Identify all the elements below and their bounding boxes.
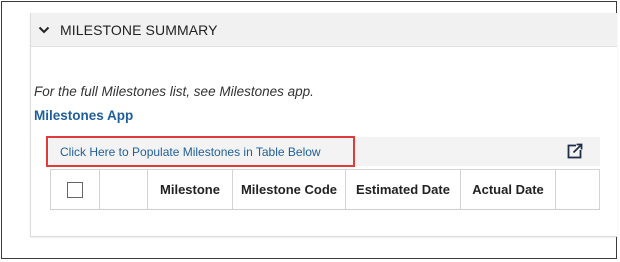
table-header-row: Milestone Milestone Code Estimated Date …: [50, 169, 600, 210]
chevron-down-icon[interactable]: [38, 24, 50, 36]
column-header-estimated-date[interactable]: Estimated Date: [345, 169, 461, 210]
column-header-actual-date[interactable]: Actual Date: [460, 169, 556, 210]
section-title: MILESTONE SUMMARY: [60, 21, 218, 38]
column-header-blank: [99, 169, 148, 210]
external-link-icon[interactable]: [567, 143, 583, 159]
select-all-cell[interactable]: [50, 169, 100, 210]
milestones-note: For the full Milestones list, see Milest…: [34, 84, 314, 99]
column-header-actions: [555, 169, 600, 210]
milestones-table: Milestone Milestone Code Estimated Date …: [50, 169, 600, 210]
column-header-milestone[interactable]: Milestone: [147, 169, 233, 210]
section-header[interactable]: MILESTONE SUMMARY: [31, 13, 617, 47]
column-header-milestone-code[interactable]: Milestone Code: [232, 169, 346, 210]
milestones-app-link[interactable]: Milestones App: [34, 108, 133, 123]
select-all-checkbox[interactable]: [67, 181, 83, 198]
populate-milestones-button[interactable]: Click Here to Populate Milestones in Tab…: [46, 136, 355, 167]
